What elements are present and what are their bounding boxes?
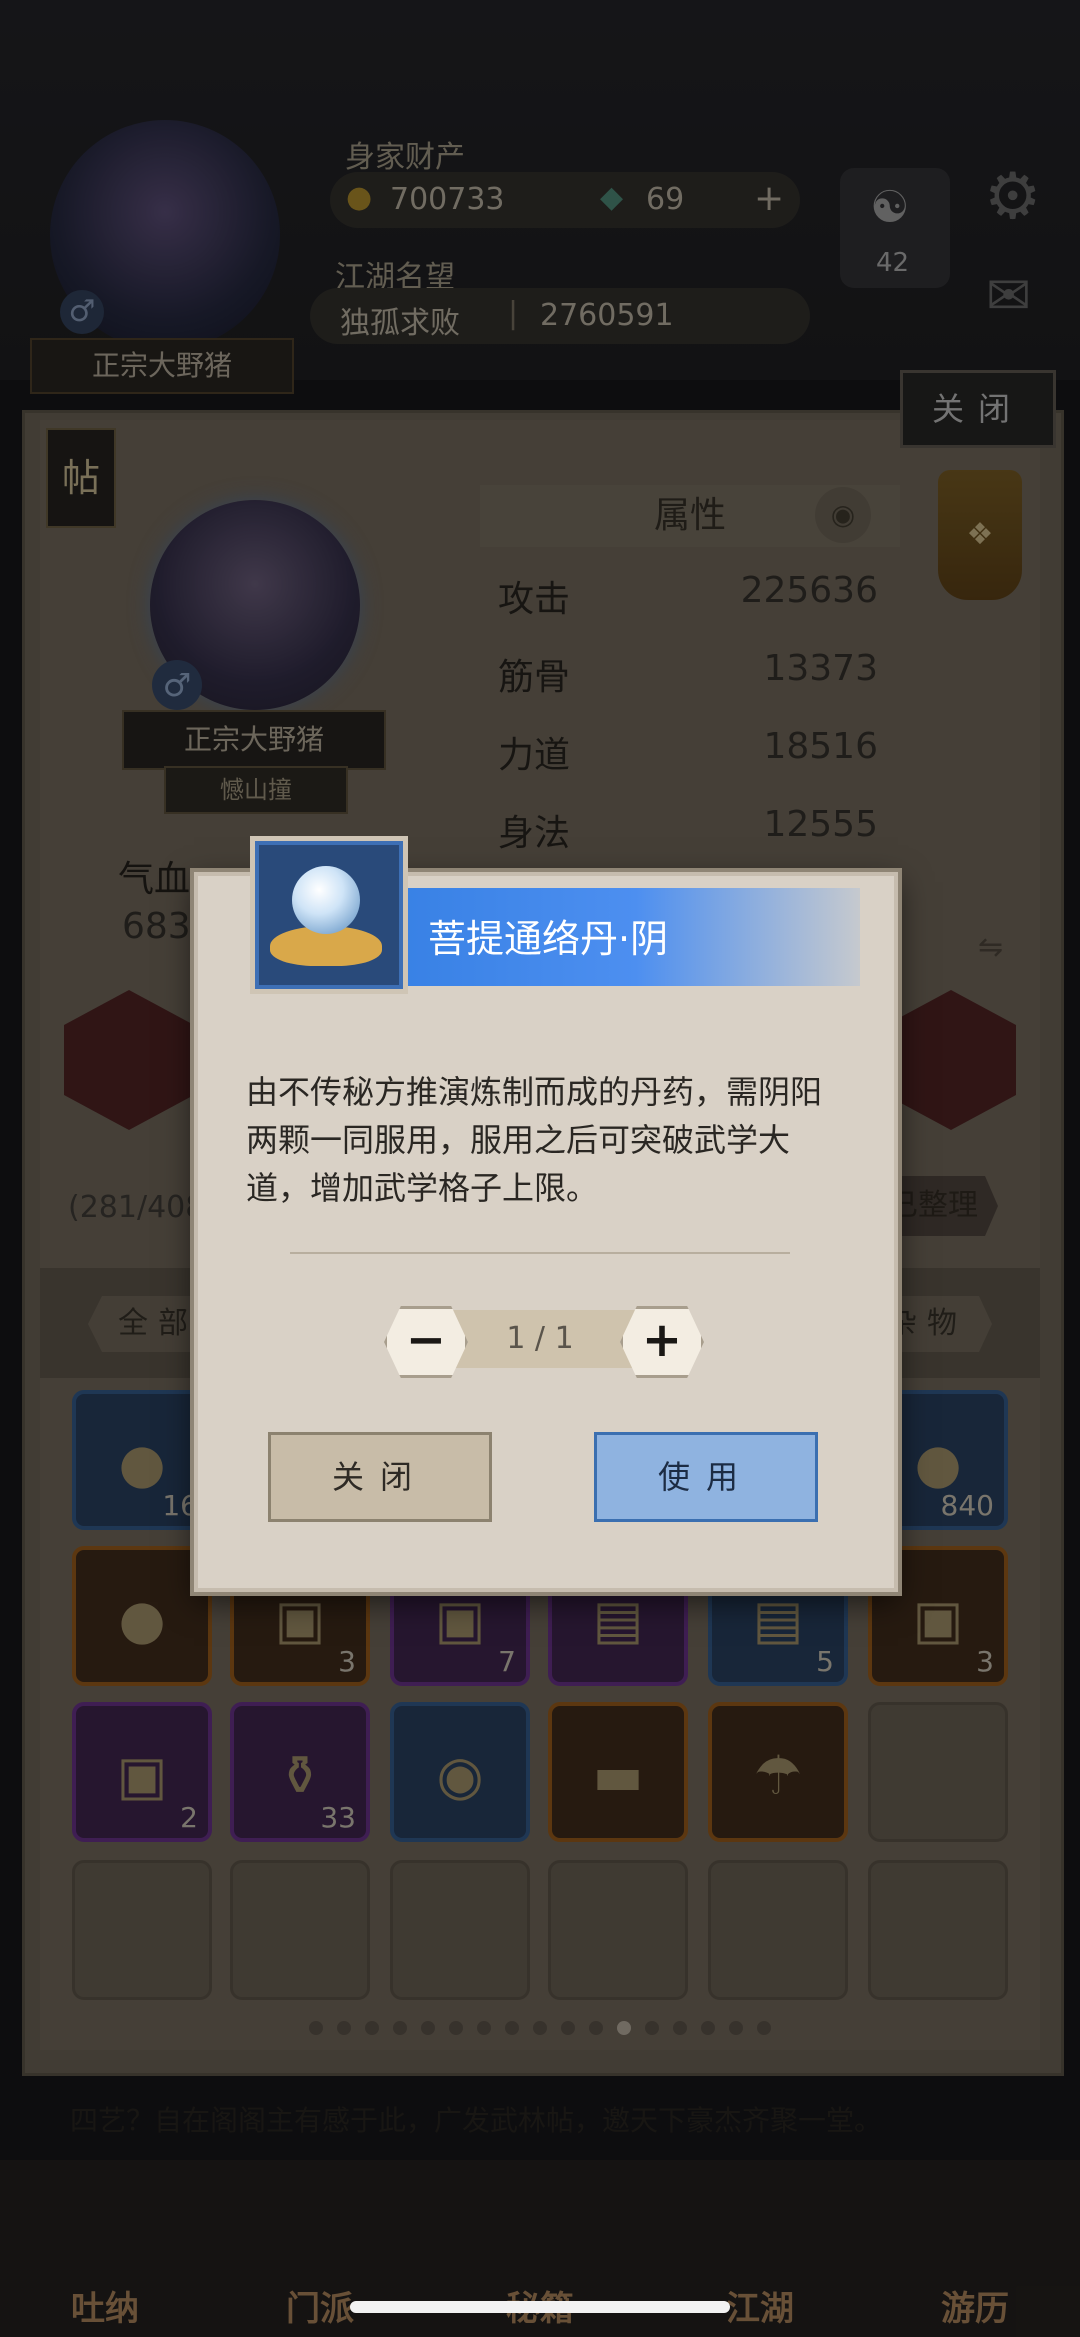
use-button[interactable]: 使用 bbox=[594, 1432, 818, 1522]
increase-button[interactable]: + bbox=[620, 1306, 704, 1378]
pearl-icon bbox=[292, 866, 360, 934]
divider bbox=[290, 1252, 790, 1254]
item-description: 由不传秘方推演炼制而成的丹药，需阴阳两颗一同服用，服用之后可突破武学大道，增加武… bbox=[246, 1073, 823, 1207]
home-indicator[interactable] bbox=[350, 2301, 730, 2313]
dialog-close-button[interactable]: 关闭 bbox=[268, 1432, 492, 1522]
decrease-button[interactable]: − bbox=[384, 1306, 468, 1378]
item-name: 菩提通络丹·阴 bbox=[428, 917, 669, 961]
